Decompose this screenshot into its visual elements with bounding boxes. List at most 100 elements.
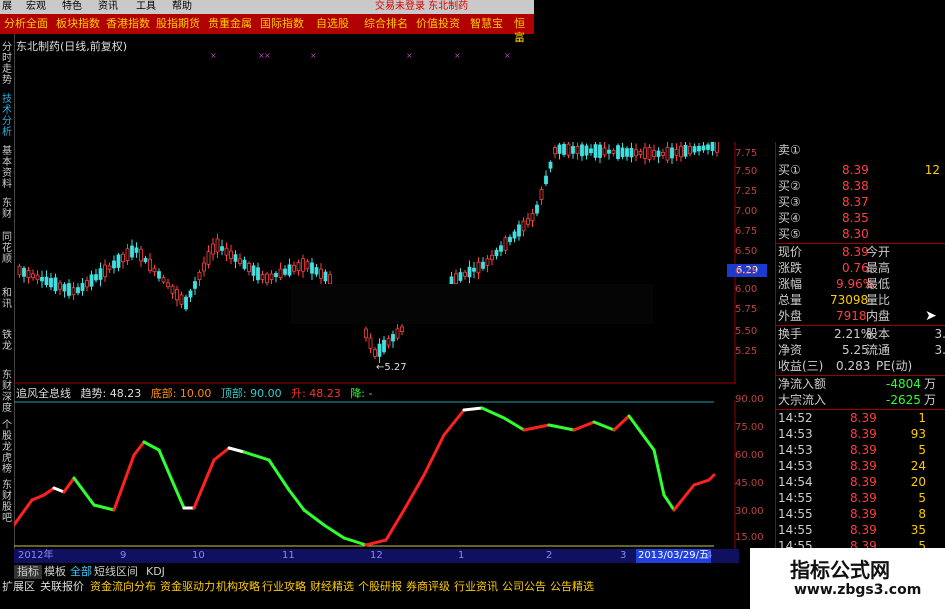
candle <box>634 149 638 157</box>
tick-price: 8.39 <box>850 427 877 441</box>
tick-volume: 24 <box>910 459 926 473</box>
candle <box>184 296 188 310</box>
tick-price: 8.39 <box>850 539 877 548</box>
candle <box>629 147 634 158</box>
candle <box>602 147 607 156</box>
flow-value: -2625 <box>886 393 921 407</box>
stat-label: 最高 <box>866 261 891 275</box>
window-title: 交易未登录 东北制药 <box>375 1 469 12</box>
menu-item-help[interactable]: 帮助 <box>172 0 192 14</box>
blank-region <box>291 284 653 324</box>
indicator-line-segment <box>480 406 506 420</box>
side-tab[interactable]: 和讯 <box>0 288 14 310</box>
stat-row: 涨跌 0.76 最高 <box>776 260 945 276</box>
candle <box>134 247 139 253</box>
candle <box>535 204 539 214</box>
menu-item-news[interactable]: 资讯 <box>98 0 118 14</box>
bottom-link[interactable]: 扩展区 <box>2 580 35 594</box>
candle <box>265 273 269 284</box>
order-price: 8.30 <box>842 227 869 241</box>
candle <box>454 273 458 284</box>
indicator-line-segment <box>52 486 66 494</box>
bottom-link[interactable]: 行业攻略 <box>262 580 306 594</box>
price-axis-label: 6.00 <box>735 284 758 295</box>
bottom-link[interactable]: 券商评级 <box>406 580 450 594</box>
toolbar-item[interactable]: 智慧宝 <box>470 17 503 31</box>
candle <box>598 144 602 158</box>
candle <box>544 175 548 185</box>
bottom-link[interactable]: 行业资讯 <box>454 580 498 594</box>
candle <box>674 148 679 156</box>
toolbar-item[interactable]: 自选股 <box>316 17 349 31</box>
toolbar-item[interactable]: 香港指数 <box>106 17 150 31</box>
toolbar-item[interactable]: 国际指数 <box>260 17 304 31</box>
bottom-link[interactable]: 财经精选 <box>310 580 354 594</box>
date-label: 4 <box>706 550 713 561</box>
stat-value: 0.283 <box>836 359 871 373</box>
toolbar-item[interactable]: 恒富 <box>514 17 534 44</box>
tab-short-range[interactable]: 短线区间 <box>94 565 138 579</box>
indicator-line-segment <box>92 503 116 512</box>
toolbar-item[interactable]: 股指期货 <box>156 17 200 31</box>
tab-template[interactable]: 模板 <box>44 565 66 579</box>
tab-indicator[interactable]: 指标 <box>14 565 42 579</box>
menu-item-tools[interactable]: 工具 <box>136 0 156 14</box>
side-tab[interactable]: 技术分析 <box>0 94 14 138</box>
bottom-link[interactable]: 机构攻略 <box>216 580 260 594</box>
indicator-rise: 升: 48.23 <box>291 387 341 400</box>
tick-row: 14:53 8.39 24 <box>776 458 945 474</box>
signal-marker: × <box>406 51 413 60</box>
candle <box>130 245 134 258</box>
candle <box>494 249 499 257</box>
candle <box>229 250 233 259</box>
tab-all[interactable]: 全部 <box>70 565 92 579</box>
toolbar-item[interactable]: 板块指数 <box>56 17 100 31</box>
indicator-name[interactable]: 追风全息线 <box>16 387 71 400</box>
bottom-link[interactable]: 个股研报 <box>358 580 402 594</box>
tick-price: 8.39 <box>850 411 877 425</box>
price-axis-label: 7.00 <box>735 206 758 217</box>
stat-value: 3. <box>934 327 945 341</box>
order-row: 卖① <box>776 142 945 158</box>
date-label: 12 <box>370 550 383 561</box>
toolbar-item[interactable]: 价值投资 <box>416 17 460 31</box>
indicator-axis-label: 90.00 <box>735 394 764 405</box>
menu-item-expand[interactable]: 展 <box>2 0 12 14</box>
side-tab[interactable]: 东财 <box>0 198 14 220</box>
side-tab[interactable]: 铁龙 <box>0 330 14 352</box>
side-tab[interactable]: 个股龙虎榜 <box>0 420 14 475</box>
side-tab[interactable]: 分时走势 <box>0 42 14 86</box>
date-label: 10 <box>192 550 205 561</box>
stat-label: 最低 <box>866 277 891 291</box>
bottom-link[interactable]: 公告精选 <box>550 580 594 594</box>
indicator-line-segment <box>652 448 666 497</box>
toolbar-item[interactable]: 贵重金属 <box>208 17 252 31</box>
tab-kdj[interactable]: KDJ <box>146 565 165 579</box>
side-tab-bar: 分时走势 技术分析 基本资料 东财 同花顺 和讯 铁龙 东财深度 个股龙虎榜 东… <box>0 34 15 554</box>
candle <box>382 339 386 353</box>
menu-item-features[interactable]: 特色 <box>62 0 82 14</box>
bottom-link[interactable]: 关联报价 <box>40 580 84 594</box>
indicator-line-segment <box>242 450 271 462</box>
side-tab[interactable]: 同花顺 <box>0 232 14 265</box>
side-tab[interactable]: 东财深度 <box>0 370 14 414</box>
candle <box>238 258 242 264</box>
candle <box>125 248 130 261</box>
stat-label: 流通 <box>866 343 891 357</box>
watermark-title: 指标公式网 <box>790 558 890 582</box>
tick-row: 14:52 8.39 1 <box>776 410 945 426</box>
toolbar-item[interactable]: 分析全面 <box>4 17 48 31</box>
bottom-link[interactable]: 资金流向分布 <box>90 580 156 594</box>
candle <box>467 266 472 278</box>
toolbar-item[interactable]: 综合排名 <box>364 17 408 31</box>
indicator-chart[interactable] <box>14 400 739 550</box>
candle <box>35 274 40 281</box>
candle <box>328 274 332 285</box>
menu-item-macro[interactable]: 宏观 <box>26 0 46 14</box>
side-tab[interactable]: 东财股吧 <box>0 480 14 524</box>
bottom-link[interactable]: 资金驱动力 <box>160 580 215 594</box>
side-tab[interactable]: 基本资料 <box>0 146 14 190</box>
date-label: 3 <box>620 550 627 561</box>
bottom-link[interactable]: 公司公告 <box>502 580 546 594</box>
candle <box>575 146 580 155</box>
